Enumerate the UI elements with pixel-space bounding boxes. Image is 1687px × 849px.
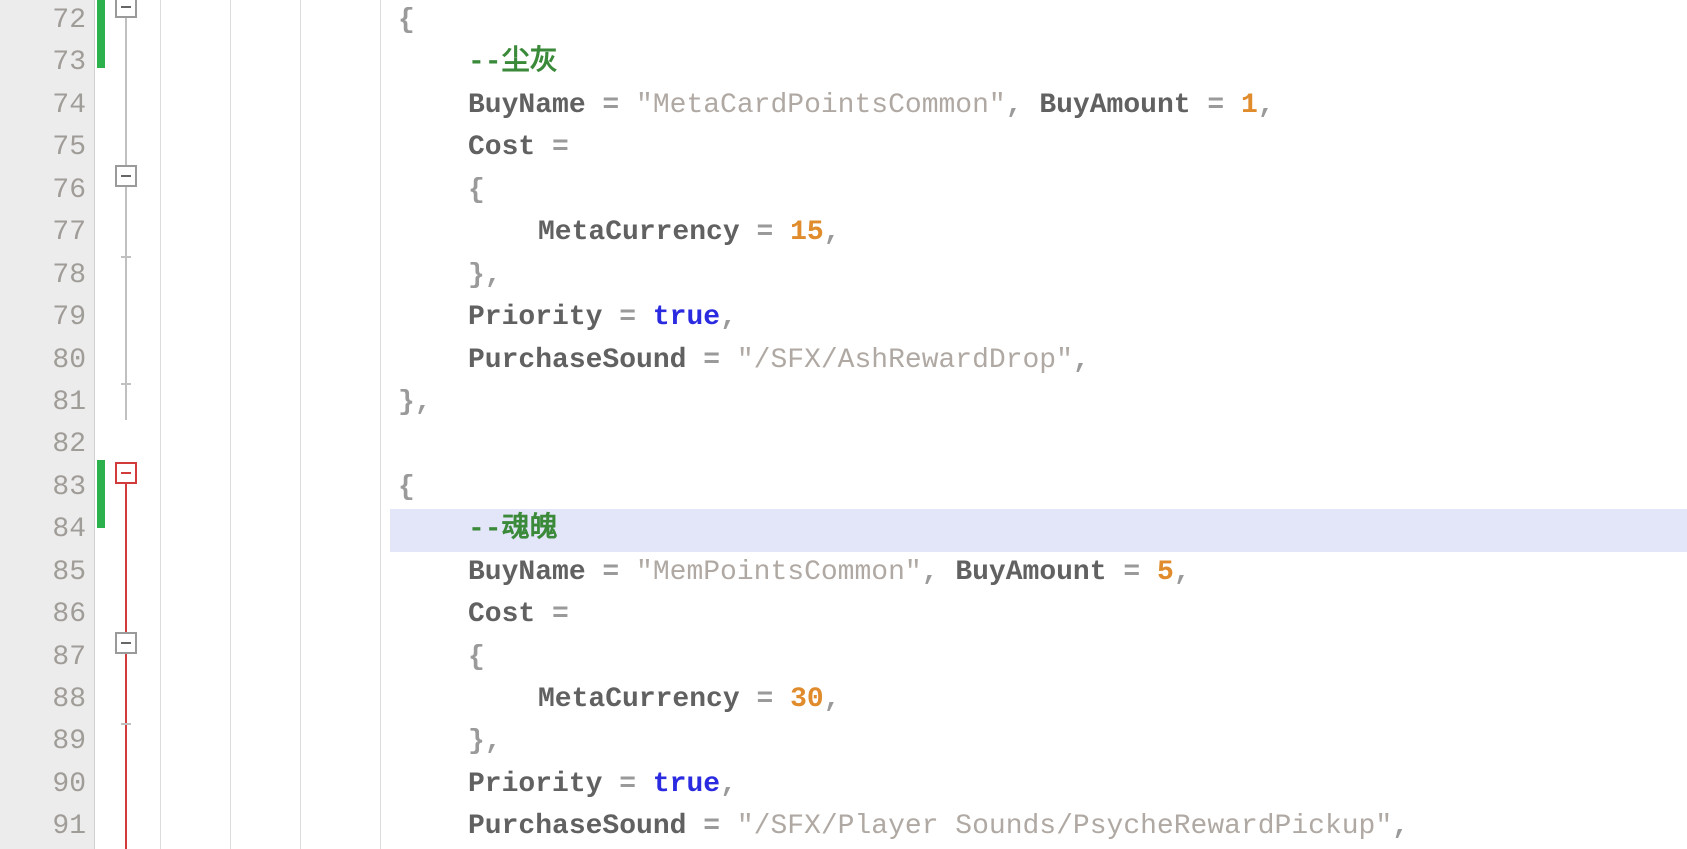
code-line: {: [390, 170, 1687, 212]
line-number: 91: [0, 806, 86, 848]
code-line: PurchaseSound = "/SFX/Player Sounds/Psyc…: [390, 806, 1687, 848]
line-number: 86: [0, 594, 86, 636]
code-line: MetaCurrency = 15,: [390, 212, 1687, 254]
code-line: MetaCurrency = 30,: [390, 679, 1687, 721]
code-line: BuyName = "MetaCardPointsCommon", BuyAmo…: [390, 85, 1687, 127]
line-number: 84: [0, 509, 86, 551]
code-line: Cost =: [390, 127, 1687, 169]
code-line: },: [390, 721, 1687, 763]
line-number: 77: [0, 212, 86, 254]
line-number: 90: [0, 764, 86, 806]
code-line: Priority = true,: [390, 764, 1687, 806]
code-content[interactable]: { --尘灰 BuyName = "MetaCardPointsCommon",…: [390, 0, 1687, 849]
line-number: 88: [0, 679, 86, 721]
code-line: Priority = true,: [390, 297, 1687, 339]
line-number: 72: [0, 0, 86, 42]
change-marker-green: [97, 0, 105, 68]
indent-guides: [150, 0, 390, 849]
fold-tick: [121, 256, 131, 258]
fold-guide: [125, 0, 127, 420]
code-line: --尘灰: [390, 42, 1687, 84]
line-number: 85: [0, 552, 86, 594]
change-marker-green: [97, 460, 105, 528]
code-line: {: [390, 467, 1687, 509]
line-number: 73: [0, 42, 86, 84]
fold-tick: [121, 383, 131, 385]
line-number: 78: [0, 255, 86, 297]
code-line: },: [390, 382, 1687, 424]
code-line: {: [390, 637, 1687, 679]
line-number: 87: [0, 637, 86, 679]
line-number: 81: [0, 382, 86, 424]
line-number-gutter: 72 73 74 75 76 77 78 79 80 81 82 83 84 8…: [0, 0, 95, 849]
code-line: BuyName = "MemPointsCommon", BuyAmount =…: [390, 552, 1687, 594]
line-number: 83: [0, 467, 86, 509]
code-line: Cost =: [390, 594, 1687, 636]
line-number: 76: [0, 170, 86, 212]
fold-toggle-icon[interactable]: [115, 462, 137, 484]
code-line: {: [390, 0, 1687, 42]
fold-tick: [121, 723, 131, 725]
line-number: 74: [0, 85, 86, 127]
code-line: [390, 424, 1687, 466]
line-number: 75: [0, 127, 86, 169]
line-number: 79: [0, 297, 86, 339]
code-editor[interactable]: 72 73 74 75 76 77 78 79 80 81 82 83 84 8…: [0, 0, 1687, 849]
line-number: 82: [0, 424, 86, 466]
fold-guide-modified: [125, 470, 127, 849]
code-line-active: --魂魄: [390, 509, 1687, 551]
fold-toggle-icon[interactable]: [115, 632, 137, 654]
code-line: },: [390, 255, 1687, 297]
line-number: 89: [0, 721, 86, 763]
line-number: 80: [0, 340, 86, 382]
code-line: PurchaseSound = "/SFX/AshRewardDrop",: [390, 340, 1687, 382]
fold-toggle-icon[interactable]: [115, 0, 137, 18]
fold-margin[interactable]: [95, 0, 150, 849]
fold-toggle-icon[interactable]: [115, 165, 137, 187]
